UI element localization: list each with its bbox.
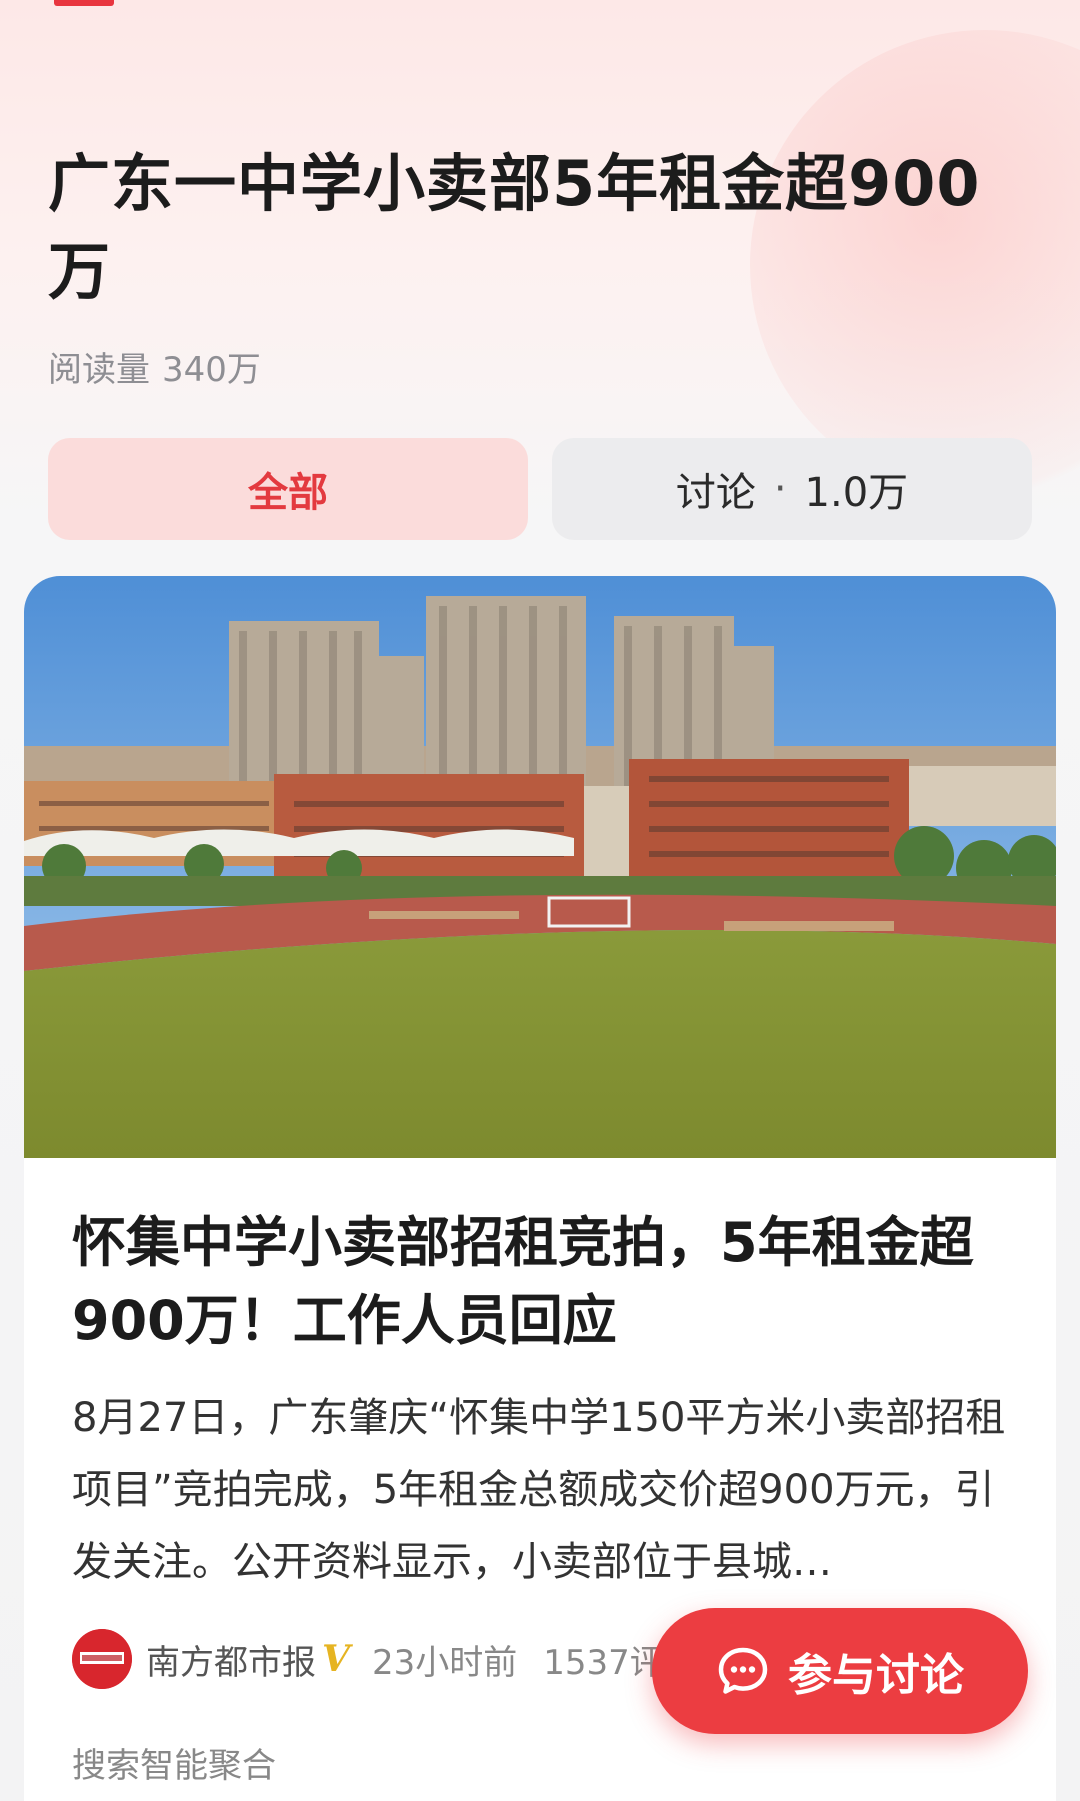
join-discussion-button[interactable]: 参与讨论 <box>652 1608 1028 1734</box>
article-summary: 8月27日，广东肇庆“怀集中学150平方米小卖部招租项目”竞拍完成，5年租金总额… <box>72 1395 1006 1585</box>
publish-time: 23小时前 <box>371 1642 518 1683</box>
article-title[interactable]: 怀集中学小卖部招租竞拍，5年租金超900万！工作人员回应 <box>72 1204 1008 1360</box>
tab-all-label: 全部 <box>248 470 328 516</box>
verified-badge-icon: V <box>322 1638 350 1680</box>
aggregate-label: 搜索智能聚合 <box>72 1746 276 1786</box>
article-image[interactable] <box>24 576 1056 1158</box>
tab-discussion-label: 讨论 <box>675 470 756 516</box>
tab-all[interactable]: 全部 <box>48 438 528 540</box>
comment-count: 1537评 <box>543 1642 664 1683</box>
tab-discussion[interactable]: 讨论 · 1.0万 <box>552 438 1032 540</box>
topic-page: 广东一中学小卖部5年租金超900万 阅读量 340万 全部 讨论 · 1.0万 <box>0 0 1080 1801</box>
chat-bubble-icon <box>718 1647 768 1694</box>
source-logo-icon[interactable] <box>72 1629 132 1689</box>
source-name[interactable]: 南方都市报 <box>146 1635 316 1684</box>
join-discussion-label: 参与讨论 <box>788 1650 964 1701</box>
tab-bar: 全部 讨论 · 1.0万 <box>48 438 1032 540</box>
read-count: 阅读量 340万 <box>48 342 273 391</box>
topic-title: 广东一中学小卖部5年租金超900万 <box>48 147 981 308</box>
top-accent-bar <box>54 0 114 6</box>
tab-discussion-count: 1.0万 <box>804 470 909 516</box>
read-count-value: 340万 <box>162 350 261 390</box>
tab-separator: · <box>773 466 787 512</box>
read-count-label: 阅读量 <box>48 350 150 390</box>
school-building-photo <box>24 576 1056 1158</box>
